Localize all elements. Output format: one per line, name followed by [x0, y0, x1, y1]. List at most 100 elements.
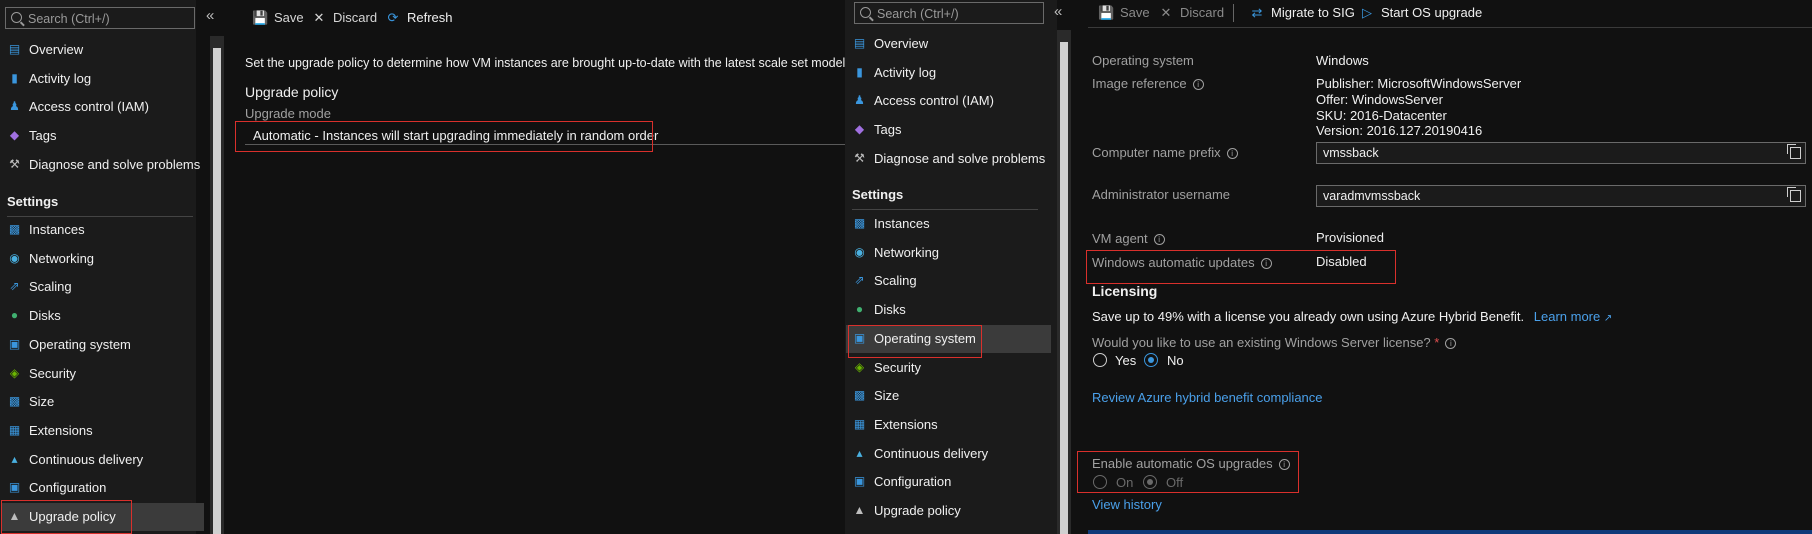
nav-item-upgrade-policy[interactable]: ▲ Upgrade policy: [846, 497, 1051, 525]
nav-item-networking[interactable]: ◉ Networking: [1, 245, 204, 273]
nav-item-extensions[interactable]: ▦ Extensions: [846, 411, 1051, 439]
overview-icon: ▤: [853, 36, 866, 50]
tag-icon: ◆: [854, 122, 865, 137]
nav-item-label: Networking: [874, 244, 940, 260]
search-icon: [860, 7, 871, 18]
review-hybrid-benefit-link[interactable]: Review Azure hybrid benefit compliance: [1092, 390, 1323, 405]
windows-updates-highlight: [1086, 250, 1396, 284]
disks-icon: ●: [855, 302, 864, 317]
migrate-to-sig-button[interactable]: ⇄ Migrate to SIG: [1249, 5, 1355, 21]
nav-item-scaling[interactable]: ⇗ Scaling: [846, 267, 1051, 295]
nav-item-activity-log[interactable]: ▮ Activity log: [1, 65, 204, 93]
nav-item-overview[interactable]: ▤ Overview: [1, 36, 204, 64]
os-value: Windows: [1316, 53, 1369, 68]
size-icon: ▩: [853, 388, 866, 403]
extensions-icon: ▦: [853, 416, 866, 431]
nav-item-tags[interactable]: ◆ Tags: [846, 116, 1051, 144]
nav-item-configuration[interactable]: ▣ Configuration: [1, 474, 204, 502]
upgrade-mode-label: Upgrade mode: [245, 106, 331, 121]
nav-item-label: Scaling: [29, 279, 72, 295]
right-highlight-operating-system: [848, 325, 982, 358]
continuous-delivery-icon: ▴: [11, 451, 18, 466]
nav-item-configuration[interactable]: ▣ Configuration: [846, 468, 1051, 496]
nav-item-label: Operating system: [29, 336, 131, 352]
nav-item-size[interactable]: ▩ Size: [1, 388, 204, 416]
nav-item-continuous-delivery[interactable]: ▴ Continuous delivery: [846, 440, 1051, 468]
right-search-input[interactable]: Search (Ctrl+/): [854, 2, 1044, 24]
computer-prefix-field[interactable]: vmssback: [1316, 142, 1806, 164]
close-icon: ✕: [313, 10, 325, 25]
play-icon: ▷: [1362, 5, 1372, 20]
info-icon: i: [1192, 79, 1204, 90]
nav-item-label: Diagnose and solve problems: [29, 156, 201, 172]
left-search-input[interactable]: Search (Ctrl+/): [5, 7, 195, 29]
nav-item-label: Access control (IAM): [29, 99, 149, 115]
left-scroll-thumb[interactable]: [213, 48, 221, 534]
nav-item-scaling[interactable]: ⇗ Scaling: [1, 273, 204, 301]
left-highlight-upgrade-policy: [1, 500, 132, 534]
image-offer: Offer: WindowsServer: [1316, 92, 1443, 107]
settings-section-header: Settings: [7, 194, 59, 209]
nav-item-access-control-iam[interactable]: ♟ Access control (IAM): [1, 93, 204, 121]
operating-system-icon: ▣: [8, 336, 21, 351]
nav-item-label: Size: [29, 394, 55, 410]
start-os-upgrade-button[interactable]: ▷ Start OS upgrade: [1359, 5, 1482, 21]
nav-item-label: Activity log: [29, 70, 92, 86]
copy-icon[interactable]: [1787, 187, 1801, 202]
os-discard-button[interactable]: ✕ Discard: [1158, 5, 1225, 21]
upgrade-mode-highlight: [235, 121, 653, 152]
nav-item-networking[interactable]: ◉ Networking: [846, 239, 1051, 267]
license-yes-radio[interactable]: [1093, 353, 1107, 367]
nav-item-label: Networking: [29, 250, 95, 266]
upgrade-save-button[interactable]: 💾 Save: [252, 10, 304, 26]
configuration-icon: ▣: [853, 474, 866, 489]
nav-item-label: Disks: [29, 308, 61, 324]
nav-item-label: Access control (IAM): [874, 93, 994, 109]
nav-item-continuous-delivery[interactable]: ▴ Continuous delivery: [1, 446, 204, 474]
learn-more-link[interactable]: Learn more: [1534, 309, 1600, 324]
toolbar-separator: [1233, 4, 1234, 22]
scaling-icon: ⇗: [854, 273, 865, 288]
os-save-button[interactable]: 💾 Save: [1098, 5, 1150, 21]
nav-item-disks[interactable]: ● Disks: [846, 296, 1051, 324]
wrench-icon: ⚒: [854, 150, 865, 165]
nav-item-security[interactable]: ◈ Security: [1, 360, 204, 388]
nav-item-label: Overview: [874, 36, 929, 51]
nav-item-disks[interactable]: ● Disks: [1, 302, 204, 330]
right-scroll-thumb[interactable]: [1060, 42, 1068, 534]
copy-icon[interactable]: [1787, 144, 1801, 159]
nav-item-diagnose-and-solve-problems[interactable]: ⚒ Diagnose and solve problems: [1, 151, 204, 179]
nav-item-size[interactable]: ▩ Size: [846, 382, 1051, 410]
nav-item-label: Continuous delivery: [874, 445, 989, 461]
nav-item-diagnose-and-solve-problems[interactable]: ⚒ Diagnose and solve problems: [846, 145, 1051, 173]
nav-item-extensions[interactable]: ▦ Extensions: [1, 417, 204, 445]
upgrade-discard-button[interactable]: ✕ Discard: [311, 10, 378, 26]
nav-item-instances[interactable]: ▩ Instances: [846, 210, 1051, 238]
admin-username-field[interactable]: varadmvmssback: [1316, 185, 1806, 207]
nav-item-access-control-iam[interactable]: ♟ Access control (IAM): [846, 87, 1051, 115]
upgrade-refresh-button[interactable]: ⟳ Refresh: [385, 10, 453, 26]
admin-username-label: Administrator username: [1092, 187, 1230, 202]
licensing-heading: Licensing: [1092, 283, 1158, 299]
nav-item-tags[interactable]: ◆ Tags: [1, 122, 204, 150]
nav-item-activity-log[interactable]: ▮ Activity log: [846, 59, 1051, 87]
nav-item-overview[interactable]: ▤ Overview: [846, 30, 1051, 58]
info-icon: i: [1445, 338, 1457, 349]
left-collapse-button[interactable]: «: [206, 7, 214, 24]
upgrade-policy-icon: ▲: [853, 503, 866, 517]
right-collapse-button[interactable]: «: [1054, 3, 1062, 20]
os-label: Operating system: [1092, 53, 1194, 68]
view-history-link[interactable]: View history: [1092, 497, 1162, 512]
security-icon: ◈: [9, 365, 20, 380]
nav-item-label: Upgrade policy: [874, 503, 961, 518]
auto-os-upgrades-highlight: [1077, 451, 1299, 493]
nav-item-instances[interactable]: ▩ Instances: [1, 216, 204, 244]
nav-item-label: Diagnose and solve problems: [874, 150, 1046, 166]
nav-item-label: Tags: [29, 128, 57, 144]
nav-item-label: Configuration: [29, 480, 107, 496]
extensions-icon: ▦: [8, 422, 21, 437]
configuration-icon: ▣: [8, 480, 21, 495]
license-no-radio[interactable]: [1144, 353, 1158, 367]
nav-item-operating-system[interactable]: ▣ Operating system: [1, 331, 204, 359]
access-control-icon: ♟: [9, 99, 20, 114]
